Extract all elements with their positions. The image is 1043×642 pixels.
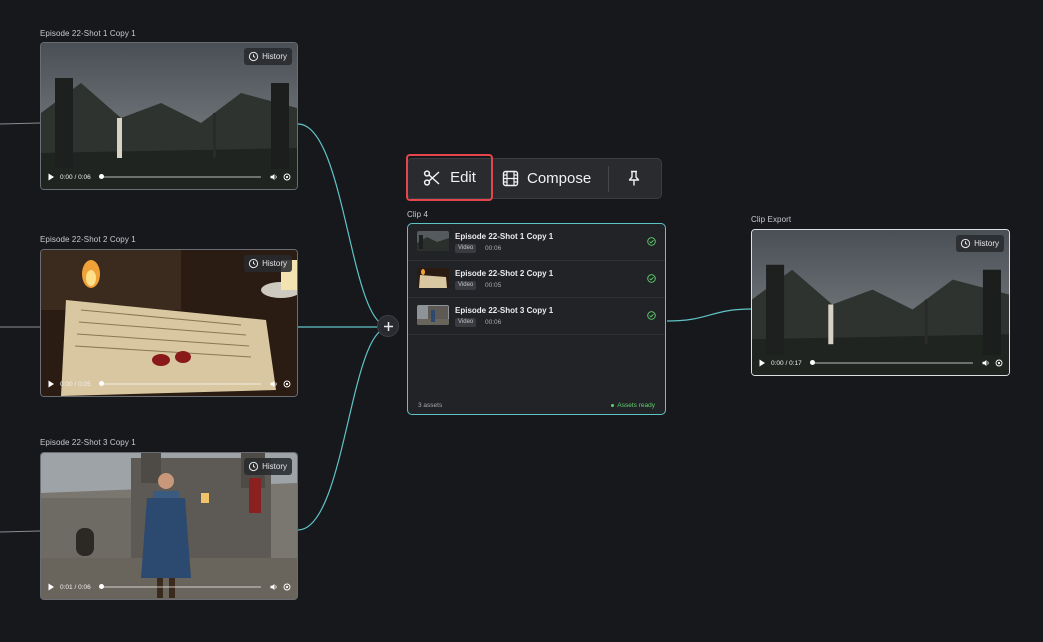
clip-item-duration: 00:06: [485, 319, 502, 326]
history-icon: [248, 51, 259, 62]
check-circle-icon: [647, 274, 656, 283]
scissors-icon: [423, 169, 440, 186]
edge-input-shot1: [0, 122, 41, 125]
seek-knob[interactable]: [809, 360, 815, 365]
video-time: 0:00 / 0:05: [60, 380, 91, 388]
clip-item-title: Episode 22-Shot 3 Copy 1: [455, 306, 554, 315]
video-node-shot2[interactable]: History 0:00 / 0:05: [40, 249, 298, 397]
seek-knob[interactable]: [98, 584, 104, 589]
history-label: History: [974, 239, 999, 248]
settings-icon[interactable]: [283, 380, 291, 388]
pin-button[interactable]: [626, 170, 642, 192]
node-label-export: Clip Export: [751, 215, 792, 224]
type-badge: Video: [455, 281, 477, 290]
settings-icon[interactable]: [283, 173, 291, 181]
play-icon[interactable]: [47, 380, 55, 388]
video-time: 0:00 / 0:17: [771, 359, 802, 367]
seek-bar[interactable]: [98, 174, 261, 179]
edge-clip-to-export: [666, 308, 753, 322]
list-item[interactable]: Episode 22-Shot 2 Copy 1 Video 00:05: [408, 261, 665, 298]
node-toolbar: Edit Compose: [406, 154, 662, 201]
history-icon: [960, 238, 971, 249]
seek-bar[interactable]: [98, 381, 261, 386]
status-text: Assets ready: [617, 402, 655, 409]
edge-shot1-to-clip: [297, 123, 389, 327]
node-label-shot3: Episode 22-Shot 3 Copy 1: [40, 438, 136, 447]
video-node-export[interactable]: History 0:00 / 0:17: [751, 229, 1010, 376]
video-controls: 0:00 / 0:05: [41, 372, 297, 396]
clip-item-title: Episode 22-Shot 1 Copy 1: [455, 232, 554, 241]
toolbar-divider: [608, 166, 609, 192]
volume-icon[interactable]: [982, 359, 990, 367]
play-icon[interactable]: [47, 583, 55, 591]
type-badge: Video: [455, 318, 477, 327]
play-icon[interactable]: [47, 173, 55, 181]
history-label: History: [262, 462, 287, 471]
video-node-shot1[interactable]: History 0:00 / 0:06: [40, 42, 298, 190]
compose-button[interactable]: Compose: [502, 159, 591, 198]
history-button[interactable]: History: [244, 255, 292, 272]
edit-button[interactable]: Edit: [406, 154, 493, 201]
pin-icon: [628, 170, 640, 186]
history-label: History: [262, 52, 287, 61]
film-icon: [502, 170, 519, 187]
video-controls: 0:00 / 0:06: [41, 165, 297, 189]
edit-label: Edit: [450, 169, 476, 186]
plus-icon: [383, 321, 393, 331]
seek-knob[interactable]: [98, 174, 104, 179]
check-circle-icon: [647, 237, 656, 246]
history-button[interactable]: History: [956, 235, 1004, 252]
history-button[interactable]: History: [244, 48, 292, 65]
video-controls: 0:01 / 0:06: [41, 575, 297, 599]
video-node-shot3[interactable]: History 0:01 / 0:06: [40, 452, 298, 600]
node-label-shot2: Episode 22-Shot 2 Copy 1: [40, 235, 136, 244]
video-time: 0:00 / 0:06: [60, 173, 91, 181]
settings-icon[interactable]: [995, 359, 1003, 367]
edge-input-shot3: [0, 530, 41, 533]
clip-item-title: Episode 22-Shot 2 Copy 1: [455, 269, 554, 278]
compose-label: Compose: [527, 170, 592, 187]
video-time: 0:01 / 0:06: [60, 583, 91, 591]
clip-thumbnail: [417, 305, 449, 325]
list-item[interactable]: Episode 22-Shot 3 Copy 1 Video 00:06: [408, 298, 665, 335]
add-connection-button[interactable]: [377, 315, 399, 337]
volume-icon[interactable]: [270, 173, 278, 181]
history-button[interactable]: History: [244, 458, 292, 475]
node-label-shot1: Episode 22-Shot 1 Copy 1: [40, 29, 136, 38]
play-icon[interactable]: [758, 359, 766, 367]
node-label-clip: Clip 4: [407, 210, 429, 219]
status-dot: [611, 404, 615, 407]
list-item[interactable]: Episode 22-Shot 1 Copy 1 Video 00:06: [408, 224, 665, 261]
clip-item-duration: 00:06: [485, 245, 502, 252]
seek-knob[interactable]: [98, 381, 104, 386]
status-badge: Assets ready: [611, 402, 655, 409]
video-controls: 0:00 / 0:17: [752, 351, 1009, 375]
clip-thumbnail: [417, 231, 449, 251]
seek-bar[interactable]: [809, 360, 973, 365]
history-icon: [248, 258, 259, 269]
assets-count: 3 assets: [418, 402, 443, 409]
volume-icon[interactable]: [270, 583, 278, 591]
history-label: History: [262, 259, 287, 268]
clip-item-duration: 00:05: [485, 282, 502, 289]
history-icon: [248, 461, 259, 472]
settings-icon[interactable]: [283, 583, 291, 591]
type-badge: Video: [455, 244, 477, 253]
check-circle-icon: [647, 311, 656, 320]
clip-thumbnail: [417, 268, 449, 288]
volume-icon[interactable]: [270, 380, 278, 388]
seek-bar[interactable]: [98, 584, 261, 589]
clip-node[interactable]: Episode 22-Shot 1 Copy 1 Video 00:06 Epi…: [407, 223, 666, 415]
edge-shot3-to-clip: [297, 327, 389, 531]
